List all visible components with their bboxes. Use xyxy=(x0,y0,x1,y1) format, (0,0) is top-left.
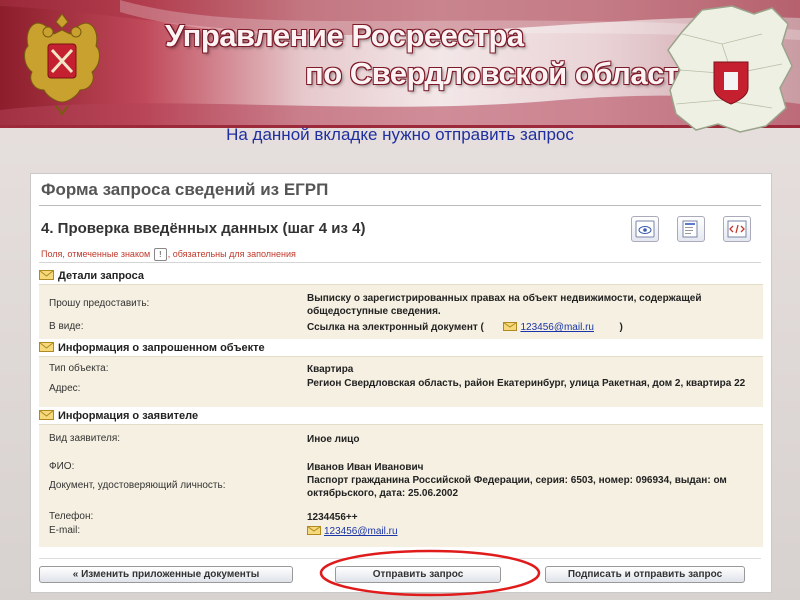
required-note-text: Поля, отмеченные знаком xyxy=(41,248,151,259)
phone-value: 1234456++ xyxy=(307,512,358,523)
required-fields-note: Поля, отмеченные знаком !, обязательны д… xyxy=(41,248,296,261)
slide-caption: На данной вкладке нужно отправить запрос xyxy=(226,125,574,144)
xml-code-icon[interactable] xyxy=(723,216,751,242)
section-heading-applicant: Информация о заявителе xyxy=(39,410,198,422)
section-heading-applicant-label: Информация о заявителе xyxy=(58,410,199,422)
object-type-value: Квартира xyxy=(307,364,354,375)
email-icon xyxy=(307,526,321,535)
section-heading-request-label: Детали запроса xyxy=(58,270,145,282)
email-icon xyxy=(503,322,518,331)
required-mark-icon: ! xyxy=(153,248,167,261)
envelope-icon xyxy=(39,342,54,352)
section-heading-request: Детали запроса xyxy=(39,270,144,282)
step-title: 4. Проверка введённых данных (шаг 4 из 4… xyxy=(41,220,366,237)
header-title-line2: по Свердловской области xyxy=(305,56,698,91)
email-value: 123456@mail.ru xyxy=(307,525,747,538)
form-title: Форма запроса сведений из ЕГРП xyxy=(41,180,329,199)
form-type-value: Ссылка на электронный документ ( 123456@… xyxy=(307,321,747,334)
fio-value: Иванов Иван Иванович xyxy=(307,462,424,473)
buttons-divider xyxy=(39,558,761,559)
header-title-line1: Управление Росреестра xyxy=(165,18,524,53)
required-note-text-after: , обязательны для заполнения xyxy=(167,248,296,259)
panel-applicant: Вид заявителя: Иное лицо ФИО: Иванов Ива… xyxy=(39,424,763,547)
coat-of-arms-icon xyxy=(24,13,100,116)
address-value: Регион Свердловская область, район Екате… xyxy=(307,378,746,389)
applicant-kind-value: Иное лицо xyxy=(307,434,360,445)
change-documents-button[interactable]: « Изменить приложенные документы xyxy=(39,566,293,583)
required-divider xyxy=(39,262,761,263)
object-type-label: Тип объекта: xyxy=(49,363,109,374)
print-icon[interactable] xyxy=(677,216,705,242)
preview-icon[interactable] xyxy=(631,216,659,242)
email-label: E-mail: xyxy=(49,525,81,536)
section-heading-object-label: Информация о запрошенном объекте xyxy=(58,342,265,354)
email-link[interactable]: 123456@mail.ru xyxy=(520,321,594,334)
envelope-icon xyxy=(39,270,54,280)
id-document-label: Документ, удостоверяющий личность: xyxy=(49,480,226,491)
applicant-kind-label: Вид заявителя: xyxy=(49,433,121,444)
section-heading-object: Информация о запрошенном объекте xyxy=(39,342,265,354)
form-type-label: В виде: xyxy=(49,321,84,332)
address-label: Адрес: xyxy=(49,383,81,394)
form-title-divider xyxy=(39,205,761,206)
id-document-value: Паспорт гражданина Российской Федерации,… xyxy=(307,475,727,499)
phone-label: Телефон: xyxy=(49,511,94,522)
form-type-value-suffix: ) xyxy=(619,322,623,333)
request-form: Форма запроса сведений из ЕГРП 4. Провер… xyxy=(30,173,772,593)
header-banner: Управление Росреестра по Свердловской об… xyxy=(0,0,800,133)
send-request-button[interactable]: Отправить запрос xyxy=(335,566,501,583)
sign-and-send-button[interactable]: Подписать и отправить запрос xyxy=(545,566,745,583)
envelope-icon xyxy=(39,410,54,420)
panel-object: Тип объекта: Квартира Адрес: Регион Свер… xyxy=(39,356,763,407)
form-type-value-prefix: Ссылка на электронный документ ( xyxy=(307,322,484,333)
fio-label: ФИО: xyxy=(49,461,75,472)
applicant-email-link[interactable]: 123456@mail.ru xyxy=(324,525,398,538)
panel-request: Прошу предоставить: Выписку о зарегистри… xyxy=(39,284,763,339)
provide-value: Выписку о зарегистрированных правах на о… xyxy=(307,293,702,317)
provide-label: Прошу предоставить: xyxy=(49,298,150,309)
sverdlovsk-region-map-icon xyxy=(667,5,793,133)
